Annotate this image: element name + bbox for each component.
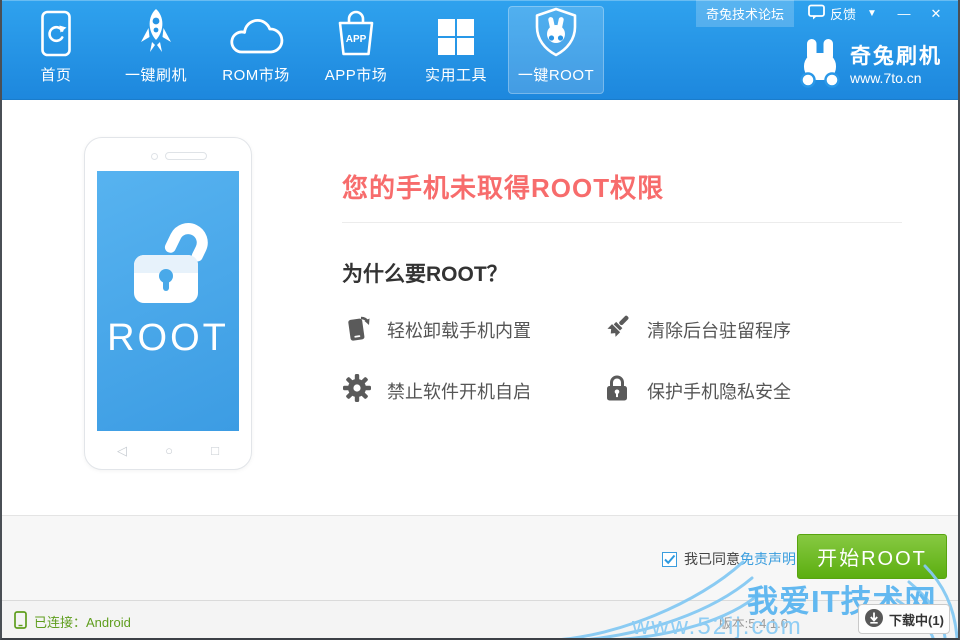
nav-label: ROM市场	[222, 64, 290, 85]
nav-item-flash[interactable]: 一键刷机	[108, 6, 204, 94]
cloud-icon	[227, 7, 285, 57]
logo-title: 奇兔刷机	[850, 45, 942, 69]
uninstall-phone-icon	[342, 312, 372, 347]
phone-illustration: ROOT ◁ ○ □	[84, 137, 252, 470]
forum-button[interactable]: 奇兔技术论坛	[696, 0, 794, 27]
feature-uninstall: 轻松卸载手机内置	[342, 312, 602, 347]
nav-label: 一键刷机	[125, 64, 187, 85]
download-circle-icon	[864, 608, 884, 631]
phone-home-icon: ○	[165, 443, 173, 459]
disclaimer-link[interactable]: 免责声明	[740, 549, 796, 569]
feature-label: 清除后台驻留程序	[647, 317, 791, 343]
rocket-icon	[136, 7, 176, 57]
start-root-button[interactable]: 开始ROOT	[797, 534, 947, 579]
logo-url: www.7to.cn	[850, 70, 942, 86]
feedback-button[interactable]: 反馈	[808, 4, 856, 23]
header: 首页 一键刷机 ROM市场 APP APP市场	[2, 0, 958, 100]
screen-root-text: ROOT	[107, 317, 229, 360]
why-root-heading: 为什么要ROOT？	[342, 258, 508, 288]
divider	[342, 222, 902, 223]
main-content: ROOT ◁ ○ □ 您的手机未取得ROOT权限 为什么要ROOT？ 轻松卸载手…	[2, 100, 958, 515]
feature-privacy: 保护手机隐私安全	[602, 373, 862, 408]
phone-back-icon: ◁	[117, 443, 127, 459]
nav-item-home[interactable]: 首页	[8, 6, 104, 94]
checkmark-icon	[663, 553, 676, 566]
connection-status: 已连接：Android	[14, 611, 131, 632]
unlocked-padlock-icon	[118, 213, 218, 313]
feature-label: 禁止软件开机自启	[387, 378, 531, 404]
agree-label: 我已同意	[684, 549, 740, 569]
feature-list: 轻松卸载手机内置 清除后台驻留程序 禁止软件开机自启	[342, 312, 902, 408]
nav-item-app-market[interactable]: APP APP市场	[308, 6, 404, 94]
agree-row: 我已同意 免责声明	[662, 549, 796, 569]
root-info-panel: 您的手机未取得ROOT权限 为什么要ROOT？ 轻松卸载手机内置 清除后台驻留程…	[342, 100, 902, 515]
rabbit-logo-icon	[799, 38, 841, 93]
home-phone-refresh-icon	[39, 7, 73, 57]
connection-label: 已连接：Android	[34, 612, 131, 631]
phone-screen: ROOT	[97, 171, 239, 431]
feature-label: 轻松卸载手机内置	[387, 317, 531, 343]
speech-bubble-icon	[808, 4, 825, 23]
download-label: 下载中(1)	[889, 610, 944, 629]
feature-autostart: 禁止软件开机自启	[342, 373, 602, 408]
nav-label: APP市场	[325, 64, 388, 85]
version-label: 版本:5.4.1.0	[719, 613, 788, 632]
page-title: 您的手机未取得ROOT权限	[342, 168, 664, 205]
brand-logo: 奇兔刷机 www.7to.cn	[799, 38, 942, 93]
gear-icon	[342, 373, 372, 408]
app-window: 首页 一键刷机 ROM市场 APP APP市场	[0, 0, 960, 640]
feature-label: 保护手机隐私安全	[647, 378, 791, 404]
minimize-button[interactable]: —	[888, 0, 920, 27]
nav-item-tools[interactable]: 实用工具	[408, 6, 504, 94]
app-bag-icon: APP	[334, 7, 378, 57]
main-nav: 首页 一键刷机 ROM市场 APP APP市场	[8, 6, 604, 94]
phone-recent-icon: □	[211, 443, 219, 459]
nav-label: 首页	[40, 64, 71, 85]
shield-rabbit-icon	[533, 7, 579, 57]
agree-checkbox[interactable]	[662, 552, 677, 567]
lock-icon	[602, 373, 632, 408]
action-bar: 我已同意 免责声明 开始ROOT	[2, 515, 958, 600]
nav-label: 一键ROOT	[518, 64, 594, 85]
feedback-label: 反馈	[830, 4, 856, 23]
tools-grid-icon	[436, 7, 476, 57]
phone-camera-dot	[151, 153, 158, 160]
nav-label: 实用工具	[425, 64, 487, 85]
green-phone-icon	[14, 611, 27, 632]
status-bar: 已连接：Android 版本:5.4.1.0 下载中(1)	[2, 600, 958, 638]
phone-speaker-bar	[165, 152, 207, 160]
brush-icon	[602, 312, 632, 347]
download-manager-button[interactable]: 下载中(1)	[858, 604, 950, 634]
bag-app-text: APP	[346, 34, 367, 45]
phone-nav-buttons: ◁ ○ □	[85, 443, 251, 459]
nav-item-rom-market[interactable]: ROM市场	[208, 6, 304, 94]
nav-item-one-key-root[interactable]: 一键ROOT	[508, 6, 604, 94]
feature-clean: 清除后台驻留程序	[602, 312, 862, 347]
titlebar: 奇兔技术论坛 反馈 ▼ — ✕	[696, 0, 952, 27]
dropdown-button[interactable]: ▼	[856, 0, 888, 27]
close-button[interactable]: ✕	[920, 0, 952, 27]
